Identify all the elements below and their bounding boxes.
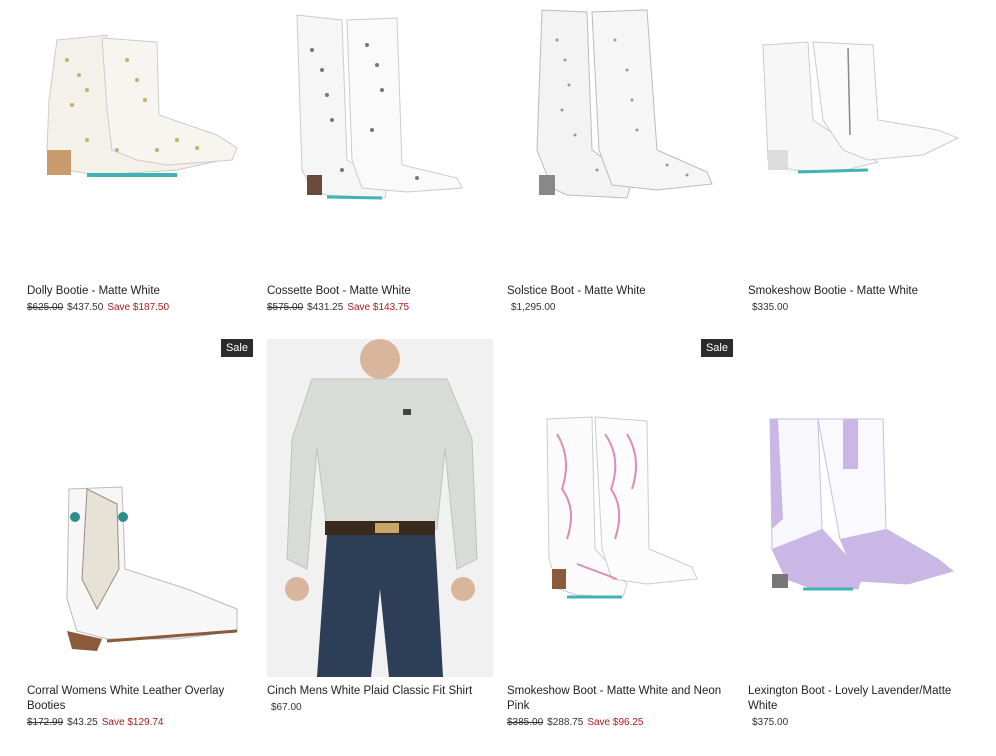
savings-text: Save $129.74 <box>101 717 164 728</box>
product-image[interactable] <box>507 339 733 677</box>
sale-price: $43.25 <box>67 717 98 728</box>
product-title[interactable]: Lexington Boot - Lovely Lavender/Matte W… <box>748 684 974 714</box>
savings-text: Save $187.50 <box>107 302 170 313</box>
studded-bootie-gold-icon <box>46 34 238 177</box>
product-title[interactable]: Dolly Bootie - Matte White <box>27 284 253 299</box>
sale-price: $335.00 <box>752 302 789 313</box>
sale-badge: Sale <box>700 339 733 357</box>
product-image[interactable] <box>507 0 733 270</box>
product-title[interactable]: Cinch Mens White Plaid Classic Fit Shirt <box>267 684 493 699</box>
product-prices: $375.00 <box>748 716 792 730</box>
product-title[interactable]: Corral Womens White Leather Overlay Boot… <box>27 684 253 714</box>
sale-price: $288.75 <box>547 717 584 728</box>
original-price: $385.00 <box>507 717 544 728</box>
original-price: $575.00 <box>267 302 304 313</box>
product-title[interactable]: Smokeshow Bootie - Matte White <box>748 284 974 299</box>
product-image[interactable] <box>267 339 493 677</box>
product-prices: $172.99 $43.25 Save $129.74 <box>27 716 163 730</box>
crystal-boot-icon <box>536 9 713 199</box>
sale-price: $431.25 <box>307 302 344 313</box>
product-prices: $575.00 $431.25 Save $143.75 <box>267 301 409 315</box>
sale-price: $1,295.00 <box>511 302 556 313</box>
lavender-boot-icon <box>769 418 955 591</box>
sale-badge: Sale <box>220 339 253 357</box>
pink-stitch-boot-icon <box>546 416 698 599</box>
product-image[interactable] <box>27 339 253 677</box>
product-prices: $385.00 $288.75 Save $96.25 <box>507 716 643 730</box>
product-image[interactable] <box>748 0 974 270</box>
product-prices: $625.00 $437.50 Save $187.50 <box>27 301 169 315</box>
original-price: $625.00 <box>27 302 64 313</box>
overlay-bootie-icon <box>66 486 238 651</box>
bootie-icon <box>762 41 960 174</box>
sale-price: $67.00 <box>271 702 302 713</box>
savings-text: Save $96.25 <box>587 717 644 728</box>
product-image[interactable] <box>267 0 493 270</box>
product-image[interactable] <box>27 0 253 270</box>
product-prices: $67.00 <box>267 701 306 715</box>
product-title[interactable]: Solstice Boot - Matte White <box>507 284 733 299</box>
studded-boot-icon <box>296 14 463 200</box>
sale-price: $375.00 <box>752 717 789 728</box>
product-title[interactable]: Cossette Boot - Matte White <box>267 284 493 299</box>
product-prices: $335.00 <box>748 301 792 315</box>
savings-text: Save $143.75 <box>347 302 410 313</box>
product-prices: $1,295.00 <box>507 301 560 315</box>
shirt-model-icon <box>267 339 493 677</box>
sale-price: $437.50 <box>67 302 104 313</box>
product-image[interactable] <box>748 339 974 677</box>
product-title[interactable]: Smokeshow Boot - Matte White and Neon Pi… <box>507 684 733 714</box>
original-price: $172.99 <box>27 717 64 728</box>
